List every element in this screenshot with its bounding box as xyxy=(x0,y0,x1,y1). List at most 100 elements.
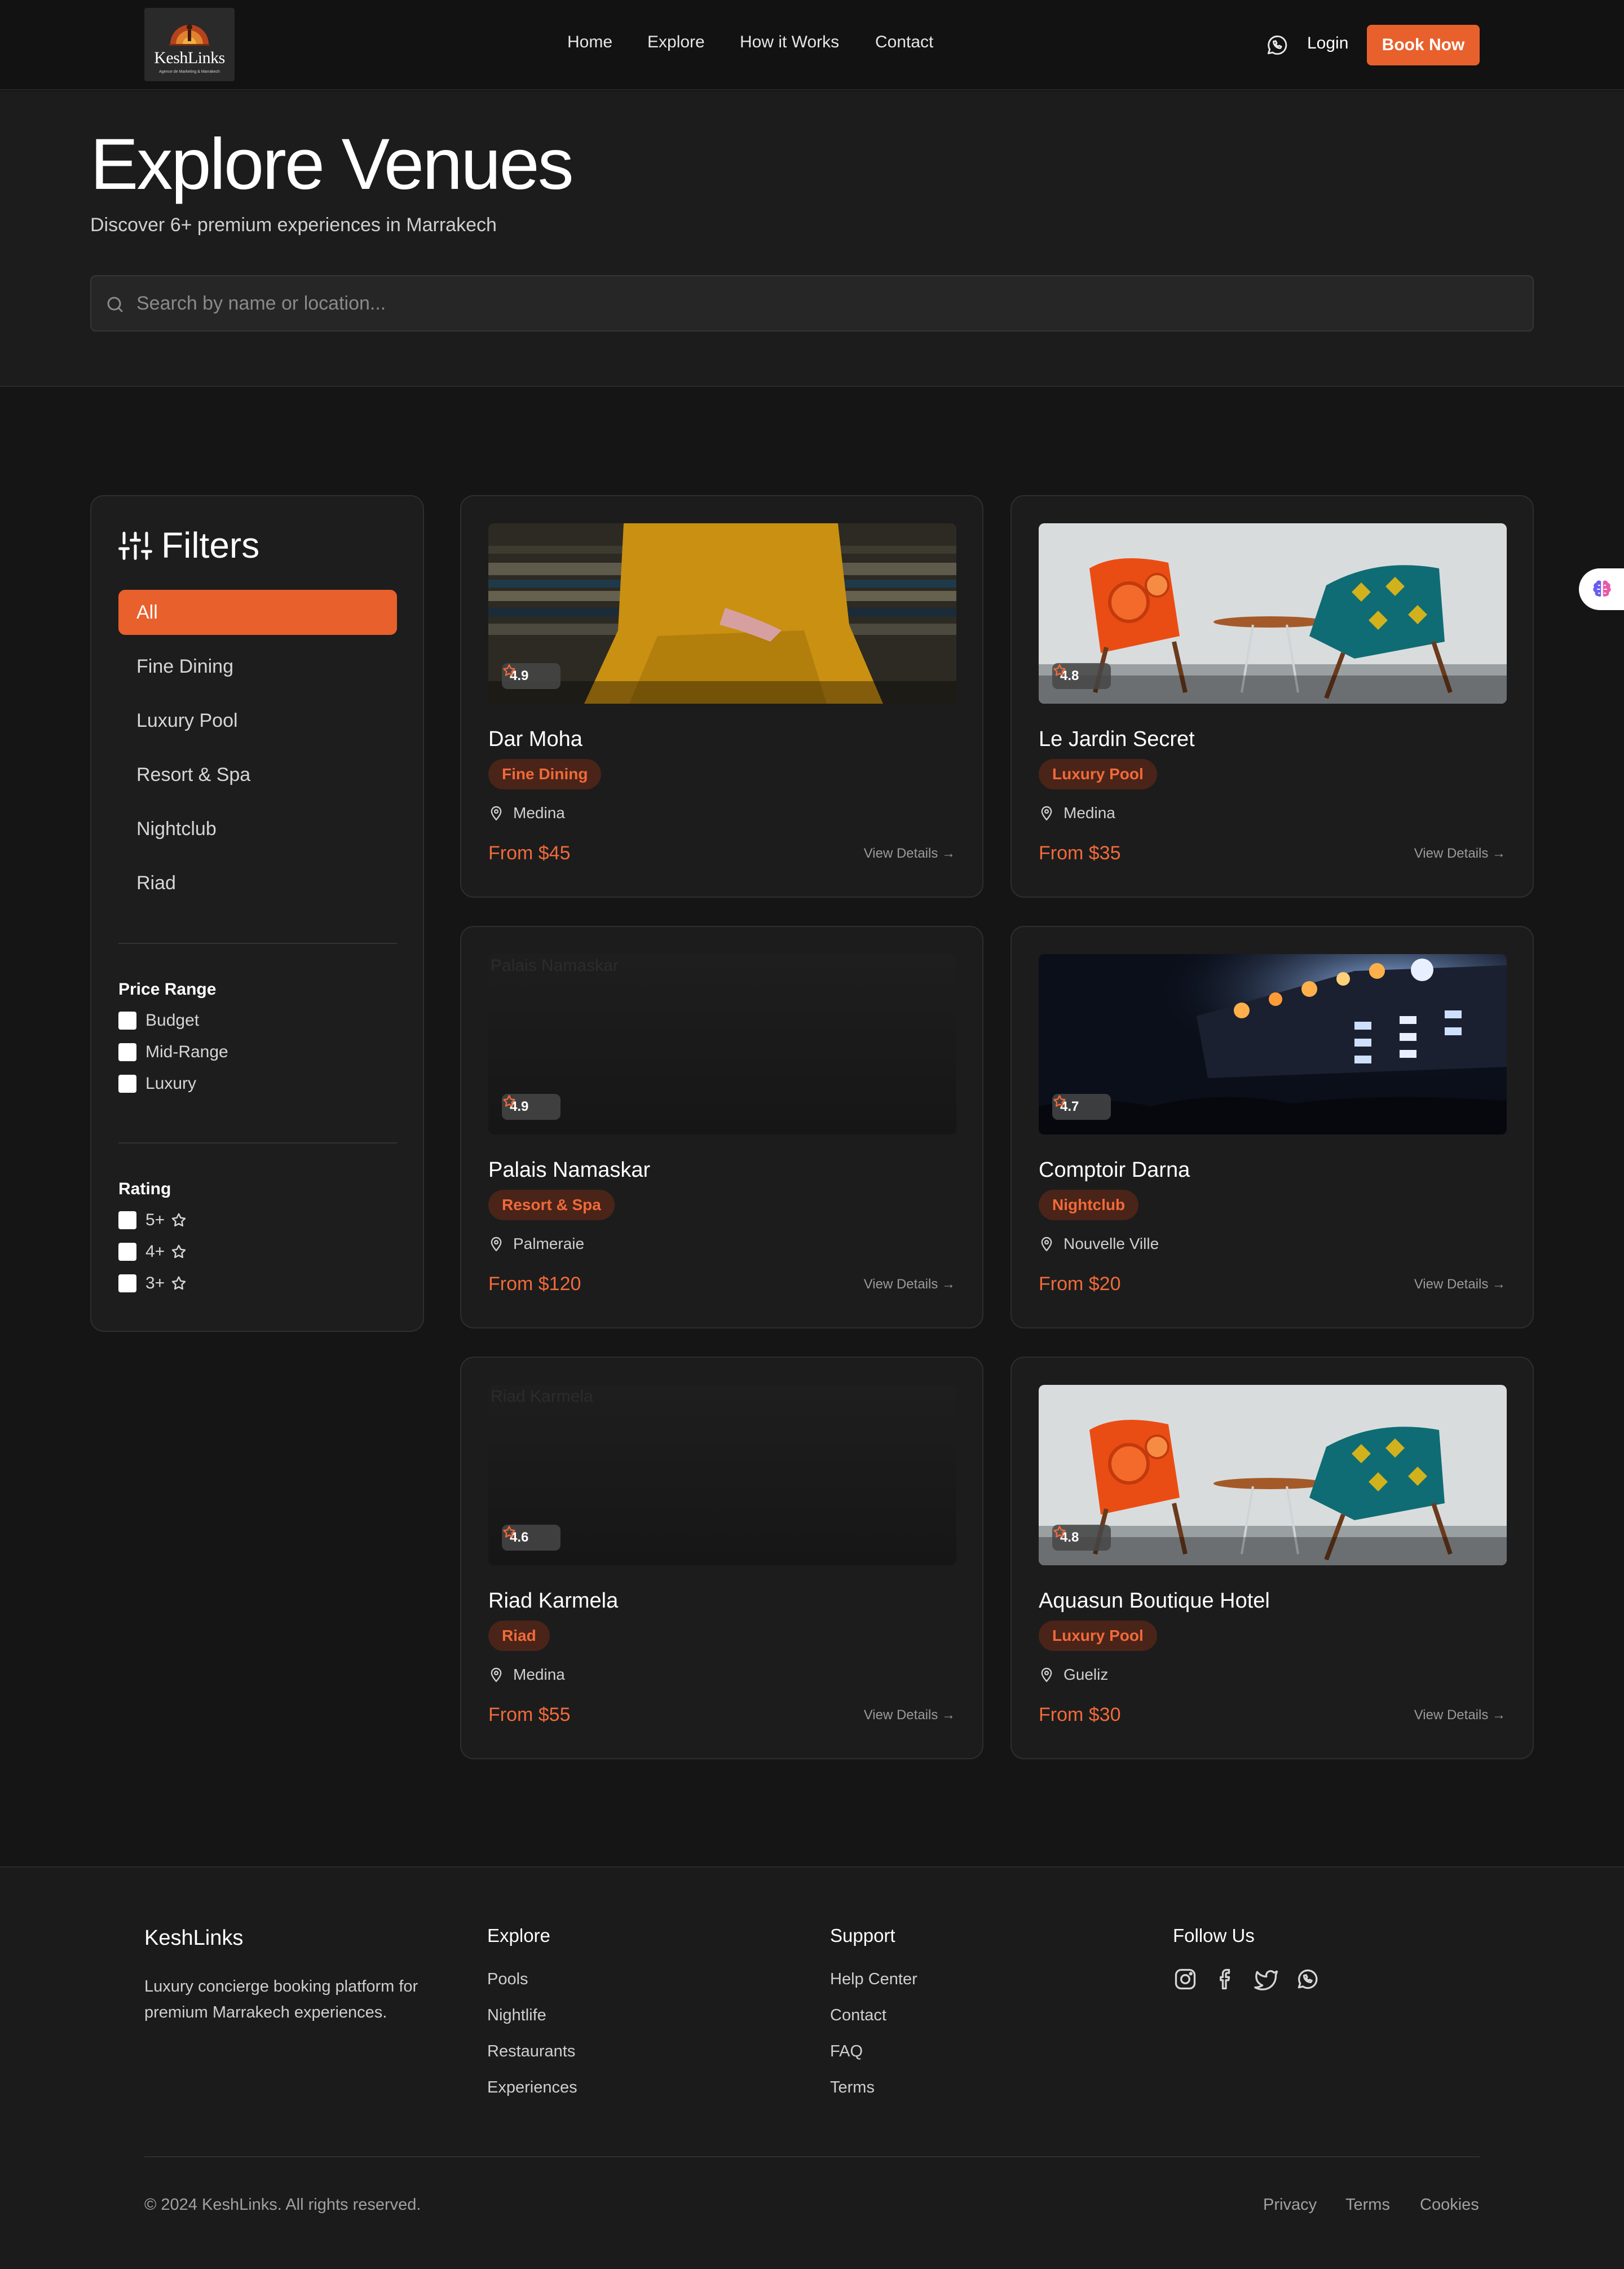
filter-category-all[interactable]: All xyxy=(118,590,397,635)
checkbox[interactable] xyxy=(118,1012,136,1030)
category-badge: Luxury Pool xyxy=(1039,1621,1157,1651)
venue-name[interactable]: Palais Namaskar xyxy=(488,1158,650,1182)
venue-image[interactable]: Riad Karmela 4.6 xyxy=(488,1385,956,1565)
filter-category-nightclub[interactable]: Nightclub xyxy=(118,806,397,851)
star-icon xyxy=(171,1244,186,1259)
venue-image[interactable]: 4.8 xyxy=(1039,523,1507,704)
footer-link-cookies[interactable]: Cookies xyxy=(1420,2196,1479,2214)
map-pin-icon xyxy=(491,1667,502,1683)
login-link[interactable]: Login xyxy=(1307,34,1348,53)
venue-name[interactable]: Riad Karmela xyxy=(488,1589,618,1613)
footer-link-nightlife[interactable]: Nightlife xyxy=(487,2006,546,2025)
location-text: Medina xyxy=(513,804,565,822)
map-pin-icon xyxy=(491,1237,502,1252)
footer-link-legal-terms[interactable]: Terms xyxy=(1345,2196,1390,2214)
venue-name[interactable]: Le Jardin Secret xyxy=(1039,727,1195,752)
view-details-link[interactable]: View Details → xyxy=(1414,1277,1506,1292)
whatsapp-icon[interactable] xyxy=(1295,1967,1320,1992)
category-badge: Nightclub xyxy=(1039,1190,1139,1220)
venue-name[interactable]: Aquasun Boutique Hotel xyxy=(1039,1589,1270,1613)
venue-location: Medina xyxy=(1039,804,1115,822)
checkbox-label: 3+ xyxy=(145,1274,165,1292)
venue-card-comptoir-darna[interactable]: 4.7 Comptoir Darna Nightclub Nouvelle Vi… xyxy=(1010,926,1534,1328)
footer-link-experiences[interactable]: Experiences xyxy=(487,2078,577,2097)
view-details-link[interactable]: View Details → xyxy=(864,846,955,862)
venue-image[interactable]: Palais Namaskar 4.9 xyxy=(488,954,956,1134)
location-text: Gueliz xyxy=(1063,1666,1109,1683)
venue-card-aquasun-boutique-hotel[interactable]: 4.8 Aquasun Boutique Hotel Luxury Pool G… xyxy=(1010,1357,1534,1759)
filter-category-riad[interactable]: Riad xyxy=(118,860,397,906)
checkbox[interactable] xyxy=(118,1211,136,1229)
page-title: Explore Venues xyxy=(90,124,574,205)
twitter-icon[interactable] xyxy=(1254,1967,1279,1992)
checkbox[interactable] xyxy=(118,1243,136,1261)
footer-divider xyxy=(144,2156,1480,2157)
location-text: Palmeraie xyxy=(513,1235,585,1252)
venue-card-palais-namaskar[interactable]: Palais Namaskar 4.9 Palais Namaskar Reso… xyxy=(460,926,983,1328)
venue-location: Medina xyxy=(488,1666,565,1684)
nav-how-it-works[interactable]: How it Works xyxy=(740,33,839,52)
footer-link-terms[interactable]: Terms xyxy=(830,2078,875,2097)
venue-price: From $45 xyxy=(488,842,571,864)
rating-3-checkbox[interactable]: 3+ xyxy=(118,1272,187,1295)
view-details-link[interactable]: View Details → xyxy=(1414,1707,1506,1723)
star-icon xyxy=(503,1526,515,1538)
footer-explore-title: Explore xyxy=(487,1925,550,1946)
facebook-icon[interactable] xyxy=(1213,1967,1238,1992)
footer-link-faq[interactable]: FAQ xyxy=(830,2042,863,2061)
rating-badge: 4.7 xyxy=(1052,1094,1111,1120)
price-mid-range-checkbox[interactable]: Mid-Range xyxy=(118,1041,228,1063)
copyright: © 2024 KeshLinks. All rights reserved. xyxy=(144,2196,421,2214)
rating-badge: 4.8 xyxy=(1052,663,1111,689)
view-details-link[interactable]: View Details → xyxy=(864,1277,955,1292)
venue-price: From $55 xyxy=(488,1704,571,1725)
star-icon xyxy=(171,1213,186,1227)
view-details-link[interactable]: View Details → xyxy=(864,1707,955,1723)
checkbox[interactable] xyxy=(118,1075,136,1093)
checkbox[interactable] xyxy=(118,1043,136,1061)
view-details-link[interactable]: View Details → xyxy=(1414,846,1506,862)
venue-image[interactable]: 4.9 xyxy=(488,523,956,704)
venue-name[interactable]: Dar Moha xyxy=(488,727,582,752)
search-input[interactable] xyxy=(136,276,1512,330)
site-header: KeshLinks Agence de Marketing & Marrakec… xyxy=(0,0,1624,90)
venue-card-riad-karmela[interactable]: Riad Karmela 4.6 Riad Karmela Riad Medin… xyxy=(460,1357,983,1759)
nav-explore[interactable]: Explore xyxy=(647,33,705,52)
venue-image[interactable]: 4.7 xyxy=(1039,954,1507,1134)
price-budget-checkbox[interactable]: Budget xyxy=(118,1009,199,1032)
checkbox[interactable] xyxy=(118,1274,136,1292)
star-icon xyxy=(1053,1095,1066,1107)
venue-image[interactable]: 4.8 xyxy=(1039,1385,1507,1565)
location-text: Nouvelle Ville xyxy=(1063,1235,1159,1252)
footer-link-pools[interactable]: Pools xyxy=(487,1970,528,1989)
nav-contact[interactable]: Contact xyxy=(875,33,933,52)
instagram-icon[interactable] xyxy=(1173,1967,1198,1992)
star-icon xyxy=(1053,664,1066,676)
footer-link-restaurants[interactable]: Restaurants xyxy=(487,2042,575,2061)
floating-assistant-button[interactable] xyxy=(1579,568,1624,610)
filter-category-fine-dining[interactable]: Fine Dining xyxy=(118,644,397,689)
venue-card-dar-moha[interactable]: 4.9 Dar Moha Fine Dining Medina From $45… xyxy=(460,495,983,898)
footer-link-help-center[interactable]: Help Center xyxy=(830,1970,917,1989)
whatsapp-icon[interactable] xyxy=(1264,33,1289,58)
venue-name[interactable]: Comptoir Darna xyxy=(1039,1158,1190,1182)
rating-5-checkbox[interactable]: 5+ xyxy=(118,1209,187,1231)
nav-home[interactable]: Home xyxy=(567,33,612,52)
book-now-button[interactable]: Book Now xyxy=(1367,25,1480,65)
divider xyxy=(118,943,397,944)
footer-follow-title: Follow Us xyxy=(1173,1925,1255,1946)
filter-category-luxury-pool[interactable]: Luxury Pool xyxy=(118,698,397,743)
search-bar xyxy=(90,275,1534,332)
category-badge: Fine Dining xyxy=(488,759,602,789)
venue-card-le-jardin-secret[interactable]: 4.8 Le Jardin Secret Luxury Pool Medina … xyxy=(1010,495,1534,898)
location-text: Medina xyxy=(513,1666,565,1683)
filter-category-resort-spa[interactable]: Resort & Spa xyxy=(118,752,397,797)
rating-4-checkbox[interactable]: 4+ xyxy=(118,1241,187,1263)
checkbox-label: 4+ xyxy=(145,1242,165,1261)
footer-link-privacy[interactable]: Privacy xyxy=(1263,2196,1317,2214)
footer-support-title: Support xyxy=(830,1925,895,1946)
price-luxury-checkbox[interactable]: Luxury xyxy=(118,1072,196,1095)
footer-link-contact[interactable]: Contact xyxy=(830,2006,886,2025)
star-icon xyxy=(503,1095,515,1107)
image-alt-text: Riad Karmela xyxy=(491,1387,593,1406)
